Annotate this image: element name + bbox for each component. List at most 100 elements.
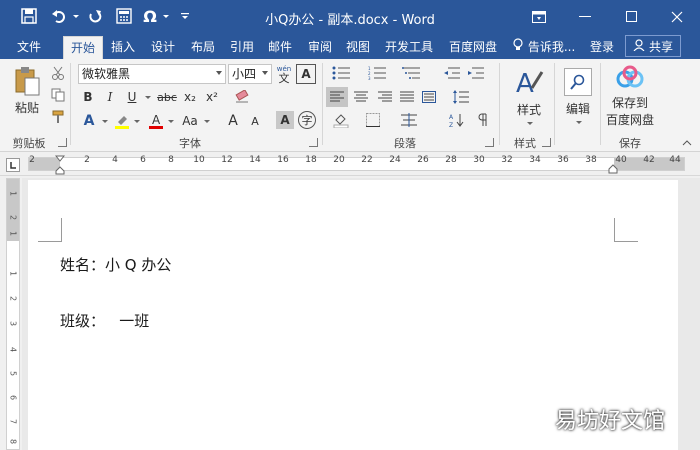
sort-icon[interactable]: AZ xyxy=(446,110,468,130)
styles-group-label: 样式 xyxy=(514,137,536,150)
collapse-ribbon-icon[interactable] xyxy=(680,137,694,149)
close-icon[interactable] xyxy=(654,0,700,33)
decrease-indent-icon[interactable] xyxy=(440,63,462,83)
highlight-icon[interactable] xyxy=(112,110,132,132)
change-case-dropdown-icon[interactable] xyxy=(202,110,210,132)
ruler-tick: 36 xyxy=(557,155,569,165)
enclose-characters-button[interactable]: 字 xyxy=(298,111,316,129)
ruler-tick: 34 xyxy=(529,155,541,165)
tab-insert[interactable]: 插入 xyxy=(103,36,143,59)
clipboard-group-label: 剪贴板 xyxy=(12,137,46,150)
change-case-button[interactable]: Aa xyxy=(178,110,202,132)
title-bar: Ω 小Q办公 - 副本.docx - Word xyxy=(0,0,700,33)
bold-button[interactable]: B xyxy=(78,87,98,107)
highlight-dropdown-icon[interactable] xyxy=(132,110,140,132)
align-right-icon[interactable] xyxy=(374,87,396,107)
document-line-name[interactable]: 姓名：小 Q 办公 xyxy=(60,254,171,275)
vertical-ruler[interactable]: 1 2 1 1 2 3 4 5 6 7 8 xyxy=(6,178,20,450)
grow-font-button[interactable]: A xyxy=(224,110,242,132)
crop-mark-top-right xyxy=(614,218,638,242)
underline-dropdown-icon[interactable] xyxy=(142,87,152,107)
vruler-tick: 1 xyxy=(8,230,18,237)
share-button[interactable]: 共享 xyxy=(625,35,681,57)
minimize-icon[interactable] xyxy=(562,0,608,33)
superscript-button[interactable]: x² xyxy=(202,87,222,107)
vruler-tick: 1 xyxy=(8,270,18,277)
ribbon-display-options-icon[interactable] xyxy=(516,0,562,33)
line-spacing-icon[interactable] xyxy=(450,87,472,107)
ruler-tick: 24 xyxy=(389,155,401,165)
character-border-button[interactable]: A xyxy=(296,64,316,84)
align-center-icon[interactable] xyxy=(350,87,372,107)
font-name-value: 微软雅黑 xyxy=(82,67,131,81)
tab-layout[interactable]: 布局 xyxy=(183,36,223,59)
multilevel-list-icon[interactable] xyxy=(398,63,424,83)
italic-button[interactable]: I xyxy=(100,87,120,107)
save-to-label: 保存到 xyxy=(611,95,648,110)
chinese-layout-icon[interactable] xyxy=(398,110,420,130)
font-launcher-icon[interactable] xyxy=(309,138,318,147)
tab-home[interactable]: 开始 xyxy=(63,36,103,59)
horizontal-ruler[interactable]: 2 2 4 6 8 10 12 14 16 18 20 22 24 26 28 … xyxy=(0,153,700,176)
vruler-tick: 4 xyxy=(8,346,18,353)
tab-baidu-netdisk[interactable]: 百度网盘 xyxy=(444,36,502,59)
underline-button[interactable]: U xyxy=(122,87,142,107)
increase-indent-icon[interactable] xyxy=(464,63,486,83)
shading-icon[interactable] xyxy=(330,110,352,130)
tab-review[interactable]: 审阅 xyxy=(300,36,340,59)
save-to-baidu-button[interactable]: 保存到 百度网盘 xyxy=(602,63,658,129)
tab-file[interactable]: 文件 xyxy=(8,36,50,59)
cut-icon[interactable] xyxy=(48,63,68,83)
styles-launcher-icon[interactable] xyxy=(542,138,551,147)
tab-selector-icon[interactable] xyxy=(6,158,20,172)
justify-icon[interactable] xyxy=(396,87,418,107)
login-link[interactable]: 登录 xyxy=(590,36,614,58)
font-color-dropdown-icon[interactable] xyxy=(166,110,174,132)
font-color-button[interactable]: A xyxy=(146,110,166,132)
find-icon xyxy=(564,68,592,96)
subscript-button[interactable]: x₂ xyxy=(180,87,200,107)
styles-button[interactable]: A 样式 xyxy=(506,63,552,129)
styles-icon: A xyxy=(514,68,544,101)
document-line-class[interactable]: 班级： 一班 xyxy=(60,310,149,331)
numbering-icon[interactable]: 123 xyxy=(364,63,390,83)
editing-button[interactable]: 编辑 xyxy=(560,63,596,129)
copy-icon[interactable] xyxy=(48,85,68,105)
ruler-tick: 28 xyxy=(445,155,457,165)
borders-icon[interactable] xyxy=(362,110,384,130)
phonetic-char: 文 xyxy=(278,72,290,85)
font-size-combo[interactable]: 小四 xyxy=(228,64,272,84)
text-effects-button[interactable]: A xyxy=(78,110,100,132)
clear-formatting-icon[interactable] xyxy=(232,87,252,107)
ruler-tick: 18 xyxy=(305,155,317,165)
paste-button[interactable]: 粘贴 xyxy=(8,65,46,117)
svg-text:A: A xyxy=(516,69,534,98)
clipboard-launcher-icon[interactable] xyxy=(58,138,67,147)
text-effects-dropdown-icon[interactable] xyxy=(100,110,108,132)
font-name-combo[interactable]: 微软雅黑 xyxy=(78,64,226,84)
ruler-tick: 10 xyxy=(193,155,205,165)
ribbon: 粘贴 剪贴板 微软雅黑 小四 wén 文 A B I U abc x₂ x² A… xyxy=(0,59,700,152)
distributed-icon[interactable] xyxy=(418,87,440,107)
show-hide-marks-icon[interactable] xyxy=(472,110,494,130)
strikethrough-button[interactable]: abc xyxy=(154,87,180,107)
tab-references[interactable]: 引用 xyxy=(222,36,262,59)
tab-developer[interactable]: 开发工具 xyxy=(380,36,438,59)
baidu-netdisk-icon xyxy=(616,65,644,94)
format-painter-icon[interactable] xyxy=(48,107,68,127)
shrink-font-button[interactable]: A xyxy=(246,110,264,132)
tell-me-search[interactable]: 告诉我... xyxy=(512,36,575,58)
first-line-indent-marker[interactable] xyxy=(54,155,66,178)
baidu-label: 百度网盘 xyxy=(605,112,654,127)
paragraph-launcher-icon[interactable] xyxy=(485,138,494,147)
svg-text:3: 3 xyxy=(368,76,371,80)
align-left-icon[interactable] xyxy=(326,87,348,107)
character-shading-button[interactable]: A xyxy=(276,111,294,129)
tab-design[interactable]: 设计 xyxy=(143,36,183,59)
bullets-icon[interactable] xyxy=(328,63,354,83)
right-indent-marker[interactable] xyxy=(608,163,618,177)
tab-mailings[interactable]: 邮件 xyxy=(260,36,300,59)
tab-view[interactable]: 视图 xyxy=(338,36,378,59)
maximize-icon[interactable] xyxy=(608,0,654,33)
phonetic-guide-button[interactable]: wén 文 xyxy=(274,63,294,85)
